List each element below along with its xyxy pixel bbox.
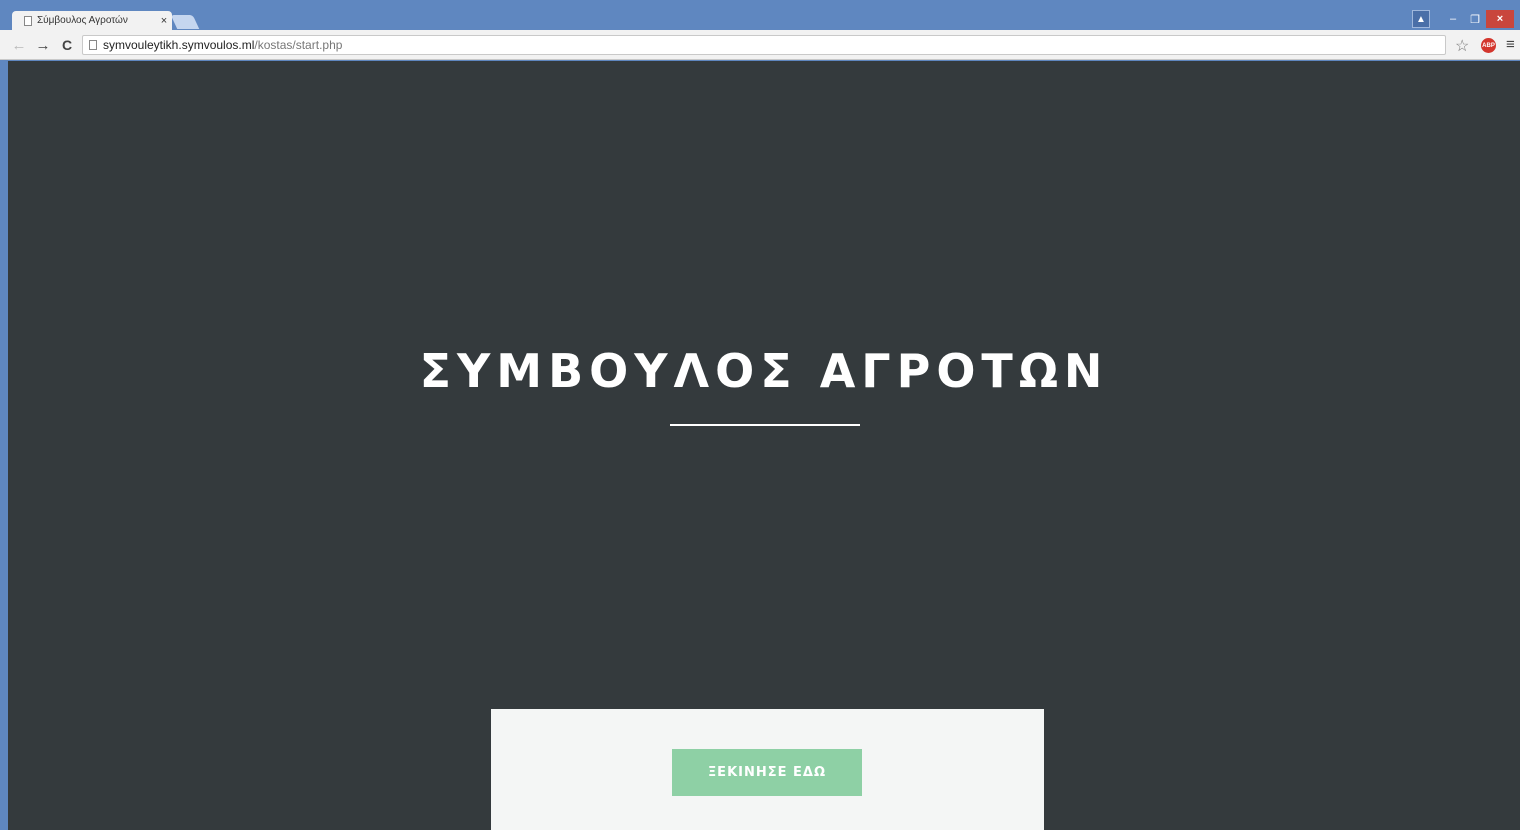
browser-window: Σύμβουλος Αγροτών × ▲ – ❐ × ← → C symvou… <box>0 0 1520 830</box>
page-icon <box>89 40 97 50</box>
page-title: ΣΥΜΒΟΥΛΟΣ ΑΓΡΟΤΩΝ <box>419 344 1109 398</box>
back-arrow-icon[interactable]: ← <box>10 36 28 54</box>
close-window-button[interactable]: × <box>1486 10 1514 28</box>
browser-toolbar: ← → C symvouleytikh.symvoulos.ml/kostas/… <box>0 30 1520 60</box>
tab-active[interactable]: Σύμβουλος Αγροτών × <box>12 11 172 30</box>
tab-title: Σύμβουλος Αγροτών <box>37 15 128 26</box>
user-profile-icon[interactable]: ▲ <box>1412 10 1430 28</box>
start-button[interactable]: ΞΕΚΙΝΗΣΕ ΕΔΩ <box>672 749 862 796</box>
tab-bar: Σύμβουλος Αγροτών × ▲ – ❐ × <box>0 0 1520 30</box>
tab-close-icon[interactable]: × <box>156 15 172 27</box>
minimize-button[interactable]: – <box>1442 10 1464 28</box>
menu-icon[interactable]: ≡ <box>1506 36 1515 53</box>
forward-arrow-icon[interactable]: → <box>34 36 52 54</box>
page-icon <box>24 15 32 26</box>
start-card: ΞΕΚΙΝΗΣΕ ΕΔΩ <box>491 709 1044 830</box>
bookmark-star-icon[interactable]: ☆ <box>1455 36 1469 56</box>
url-host: symvouleytikh.symvoulos.ml <box>103 38 255 52</box>
window-controls: ▲ – ❐ × <box>1412 10 1514 28</box>
address-bar[interactable]: symvouleytikh.symvoulos.ml/kostas/start.… <box>82 35 1446 55</box>
new-tab-button[interactable] <box>170 15 200 29</box>
page-viewport: ΣΥΜΒΟΥΛΟΣ ΑΓΡΟΤΩΝ ΞΕΚΙΝΗΣΕ ΕΔΩ <box>8 61 1520 830</box>
adblock-icon[interactable]: ABP <box>1481 38 1496 53</box>
restore-button[interactable]: ❐ <box>1464 10 1486 28</box>
url-path: /kostas/start.php <box>254 38 343 52</box>
title-divider <box>670 424 860 426</box>
reload-icon[interactable]: C <box>58 36 76 54</box>
